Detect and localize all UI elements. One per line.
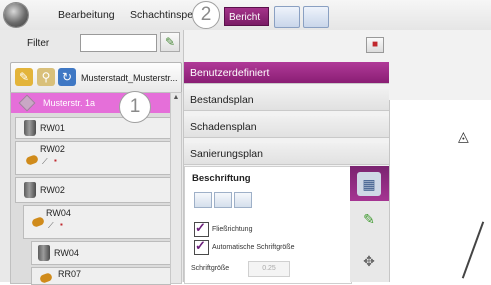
damage-icon: ▪ <box>60 220 63 229</box>
pipe-icon <box>24 154 40 166</box>
map-icon[interactable] <box>274 6 300 28</box>
search-icon[interactable]: ⚲ <box>37 68 55 86</box>
street-icon <box>18 94 36 112</box>
refresh-icon[interactable]: ↻ <box>58 68 76 86</box>
align-right-icon[interactable] <box>234 192 252 208</box>
tree-node-label: RR07 <box>58 269 82 279</box>
tree-node[interactable]: RW01 <box>15 117 171 139</box>
align-left-icon[interactable] <box>194 192 212 208</box>
manhole-icon <box>38 245 50 261</box>
menu-schachtinspektion[interactable]: Schachtinspe <box>130 9 193 21</box>
pipe-icon <box>38 272 54 284</box>
font-size-label: Schriftgröße <box>191 265 230 272</box>
font-size-input[interactable]: 0.25 <box>248 261 290 277</box>
manhole-icon <box>24 120 36 136</box>
tree-node-label: RW04 <box>46 208 71 218</box>
report-type-bestandsplan[interactable]: Bestandsplan <box>184 89 389 111</box>
tree-node[interactable]: RW02 ⟋ ▪ <box>15 141 171 175</box>
text-position-icon[interactable]: ✥ <box>357 249 381 273</box>
tree-node-label: RW02 <box>40 185 65 195</box>
edit-icon[interactable]: ✎ <box>15 68 33 86</box>
filter-apply-icon[interactable]: ✎ <box>160 32 180 52</box>
filter-label: Filter <box>27 38 50 49</box>
tree-node-label: RW04 <box>54 248 79 258</box>
pipe-icon <box>30 216 46 228</box>
checkbox-flow-direction-label: Fließrichtung <box>212 226 253 233</box>
application-menu-button[interactable] <box>4 3 28 27</box>
tree-node[interactable]: RR07 <box>31 267 171 285</box>
tree-node-label: RW01 <box>40 123 65 133</box>
report-type-benutzerdefiniert[interactable]: Benutzerdefiniert <box>184 62 389 84</box>
close-report-icon[interactable]: ■ <box>366 37 384 53</box>
callout-2: 2 <box>192 1 220 29</box>
report-type-sanierungsplan[interactable]: Sanierungsplan <box>184 143 389 165</box>
project-explorer-panel: Filter ✎ ✎ ⚲ ↻ Musterstadt_Musterstr... … <box>0 30 184 285</box>
report-preview <box>389 100 491 282</box>
inspection-icon: ⟋ <box>42 157 48 166</box>
callout-1: 1 <box>119 91 151 123</box>
checkbox-auto-font-size[interactable] <box>194 238 209 255</box>
checkbox-auto-font-size-label: Automatische Schriftgröße <box>212 244 295 251</box>
tree-node[interactable]: RW02 <box>15 177 171 203</box>
labeling-title: Beschriftung <box>192 173 251 184</box>
pen-icon[interactable]: ✎ <box>357 207 381 231</box>
menu-bearbeitung[interactable]: Bearbeitung <box>58 9 115 21</box>
report-icon[interactable] <box>303 6 329 28</box>
project-toolbar: ✎ ⚲ ↻ Musterstadt_Musterstr... <box>10 62 182 94</box>
tab-bericht[interactable]: Bericht <box>224 7 269 26</box>
north-arrow-icon: ◬ <box>458 128 469 144</box>
project-name: Musterstadt_Musterstr... <box>81 73 178 83</box>
tree-node[interactable]: RW04 <box>31 241 171 265</box>
align-center-icon[interactable] <box>214 192 232 208</box>
manhole-icon <box>24 182 36 198</box>
checkbox-flow-direction[interactable] <box>194 220 209 237</box>
tree-item-label: Musterstr. 1a <box>43 98 96 108</box>
layout-icon[interactable]: ▦ <box>357 172 381 196</box>
inspection-icon: ⟋ <box>48 221 54 230</box>
report-type-schadensplan[interactable]: Schadensplan <box>184 116 389 138</box>
tree-node-label: RW02 <box>40 144 65 154</box>
object-tree: Musterstr. 1a RW01 RW02 ⟋ ▪ RW02 RW04 ⟋ … <box>10 92 172 285</box>
tree-node[interactable]: RW04 ⟋ ▪ <box>23 205 171 239</box>
scroll-up-icon[interactable]: ▲ <box>171 93 181 103</box>
tree-scrollbar[interactable]: ▲ <box>170 92 182 284</box>
filter-input[interactable] <box>80 34 157 52</box>
damage-icon: ▪ <box>54 156 57 165</box>
